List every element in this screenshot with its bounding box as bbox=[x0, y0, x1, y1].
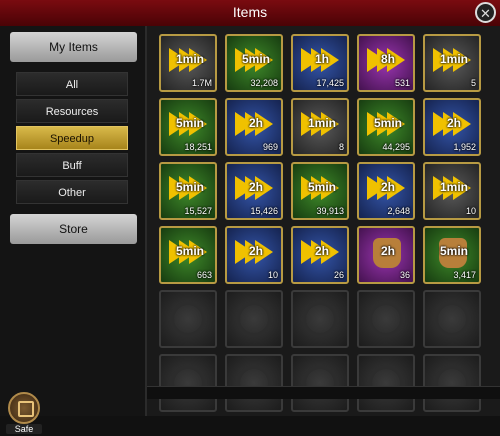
emblem-icon bbox=[236, 301, 272, 337]
emblem-icon bbox=[368, 301, 404, 337]
item-quantity: 32,208 bbox=[250, 78, 278, 88]
item-quantity: 10 bbox=[465, 206, 476, 216]
item-duration: 5min bbox=[175, 116, 204, 130]
item-quantity: 3,417 bbox=[453, 270, 476, 280]
item-duration: 5min bbox=[241, 52, 270, 66]
item-tile[interactable]: 5min 15,527 bbox=[159, 162, 217, 220]
empty-slot bbox=[225, 354, 283, 412]
item-duration: 2h bbox=[248, 180, 263, 194]
item-duration: 2h bbox=[248, 244, 263, 258]
item-duration: 5min bbox=[175, 244, 204, 258]
item-quantity: 18,251 bbox=[184, 142, 212, 152]
empty-slot bbox=[357, 354, 415, 412]
item-duration: 5min bbox=[439, 244, 468, 258]
item-duration: 2h bbox=[446, 116, 461, 130]
safe-icon bbox=[8, 392, 40, 424]
safe-button[interactable]: Safe bbox=[6, 392, 42, 436]
item-tile[interactable]: 8h 531 bbox=[357, 34, 415, 92]
empty-slot bbox=[423, 290, 481, 348]
close-icon[interactable]: ✕ bbox=[475, 2, 496, 23]
window-title: Items bbox=[232, 4, 268, 20]
item-quantity: 17,425 bbox=[316, 78, 344, 88]
sidebar: My Items All Resources Speedup Buff Othe… bbox=[0, 26, 147, 434]
empty-slot bbox=[291, 290, 349, 348]
empty-slot bbox=[225, 290, 283, 348]
item-quantity: 44,295 bbox=[382, 142, 410, 152]
item-quantity: 969 bbox=[262, 142, 278, 152]
item-quantity: 15,527 bbox=[184, 206, 212, 216]
item-duration: 5min bbox=[307, 180, 336, 194]
item-quantity: 39,913 bbox=[316, 206, 344, 216]
item-duration: 2h bbox=[380, 180, 395, 194]
item-duration: 1min bbox=[439, 180, 468, 194]
item-tile[interactable]: 1min 5 bbox=[423, 34, 481, 92]
item-tile[interactable]: 2h 1,952 bbox=[423, 98, 481, 156]
title-bar: Items ✕ bbox=[0, 0, 500, 27]
item-quantity: 663 bbox=[196, 270, 212, 280]
filter-other[interactable]: Other bbox=[16, 180, 128, 204]
item-tile[interactable]: 1min 1.7M bbox=[159, 34, 217, 92]
emblem-icon bbox=[170, 301, 206, 337]
item-tile[interactable]: 5min 39,913 bbox=[291, 162, 349, 220]
item-tile[interactable]: 2h 2,648 bbox=[357, 162, 415, 220]
filter-resources[interactable]: Resources bbox=[16, 99, 128, 123]
item-duration: 2h bbox=[314, 244, 329, 258]
item-duration: 5min bbox=[373, 116, 402, 130]
item-tile[interactable]: 5min 32,208 bbox=[225, 34, 283, 92]
item-tile[interactable]: 2h 36 bbox=[357, 226, 415, 284]
item-quantity: 1.7M bbox=[191, 78, 212, 88]
safe-label: Safe bbox=[6, 424, 42, 434]
item-quantity: 5 bbox=[470, 78, 476, 88]
item-quantity: 26 bbox=[333, 270, 344, 280]
item-duration: 5min bbox=[175, 180, 204, 194]
item-duration: 2h bbox=[248, 116, 263, 130]
emblem-icon bbox=[434, 301, 470, 337]
item-tile[interactable]: 5min 44,295 bbox=[357, 98, 415, 156]
item-duration: 1h bbox=[314, 52, 329, 66]
emblem-icon bbox=[302, 301, 338, 337]
item-tile[interactable]: 2h 26 bbox=[291, 226, 349, 284]
item-tile[interactable]: 1min 10 bbox=[423, 162, 481, 220]
item-duration: 1min bbox=[175, 52, 204, 66]
filter-buff[interactable]: Buff bbox=[16, 153, 128, 177]
item-tile[interactable]: 2h 10 bbox=[225, 226, 283, 284]
item-tile[interactable]: 2h 15,426 bbox=[225, 162, 283, 220]
store-button[interactable]: Store bbox=[10, 214, 137, 244]
item-tile[interactable]: 2h 969 bbox=[225, 98, 283, 156]
item-tile[interactable]: 5min 3,417 bbox=[423, 226, 481, 284]
item-tile[interactable]: 5min 18,251 bbox=[159, 98, 217, 156]
my-items-button[interactable]: My Items bbox=[10, 32, 137, 62]
empty-slot bbox=[291, 354, 349, 412]
horizontal-scrollbar[interactable] bbox=[147, 386, 500, 399]
item-tile[interactable]: 1min 8 bbox=[291, 98, 349, 156]
filter-all[interactable]: All bbox=[16, 72, 128, 96]
item-quantity: 531 bbox=[394, 78, 410, 88]
item-quantity: 10 bbox=[267, 270, 278, 280]
item-tile[interactable]: 5min 663 bbox=[159, 226, 217, 284]
empty-slot bbox=[159, 290, 217, 348]
items-panel: 1min 1.7M 5min 32,208 1h 17,425 8h 531 1min 5 5min… bbox=[147, 26, 500, 416]
filter-speedup[interactable]: Speedup bbox=[16, 126, 128, 150]
item-tile[interactable]: 1h 17,425 bbox=[291, 34, 349, 92]
empty-slot bbox=[159, 354, 217, 412]
item-duration: 1min bbox=[439, 52, 468, 66]
empty-slot bbox=[357, 290, 415, 348]
item-duration: 1min bbox=[307, 116, 336, 130]
item-quantity: 36 bbox=[399, 270, 410, 280]
item-quantity: 1,952 bbox=[453, 142, 476, 152]
item-quantity: 2,648 bbox=[387, 206, 410, 216]
items-grid: 1min 1.7M 5min 32,208 1h 17,425 8h 531 1min 5 5min… bbox=[153, 32, 500, 412]
item-quantity: 8 bbox=[338, 142, 344, 152]
empty-slot bbox=[423, 354, 481, 412]
item-duration: 2h bbox=[380, 244, 395, 258]
item-quantity: 15,426 bbox=[250, 206, 278, 216]
item-duration: 8h bbox=[380, 52, 395, 66]
